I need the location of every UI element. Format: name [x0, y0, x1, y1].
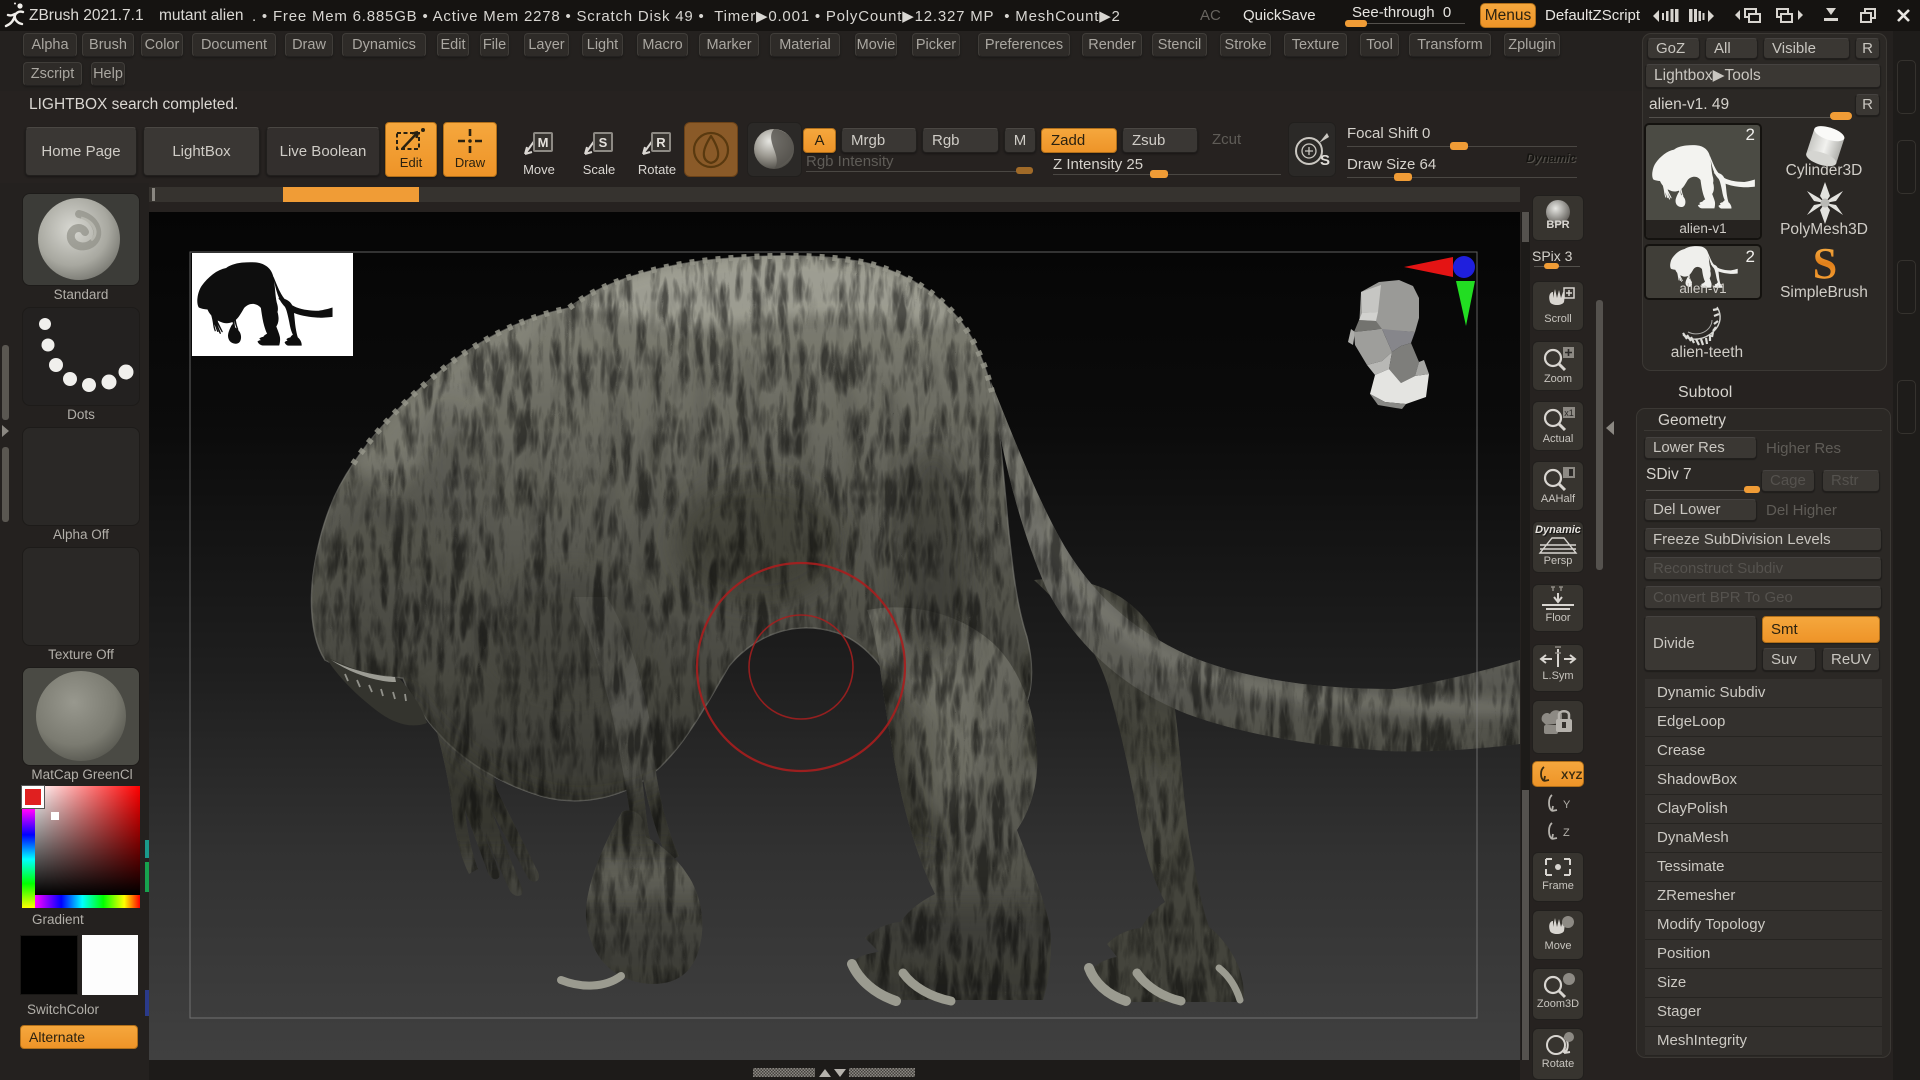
svg-text:R: R: [656, 135, 666, 150]
svg-text:Z: Z: [1563, 827, 1570, 839]
svg-text:S: S: [1813, 242, 1837, 286]
svg-text:M: M: [538, 135, 549, 150]
svg-text:S: S: [599, 135, 608, 150]
svg-text:XYZ: XYZ: [1561, 770, 1582, 782]
svg-text:Y: Y: [1563, 799, 1571, 811]
svg-text:S: S: [1320, 152, 1330, 169]
svg-text:x1: x1: [1564, 408, 1574, 418]
